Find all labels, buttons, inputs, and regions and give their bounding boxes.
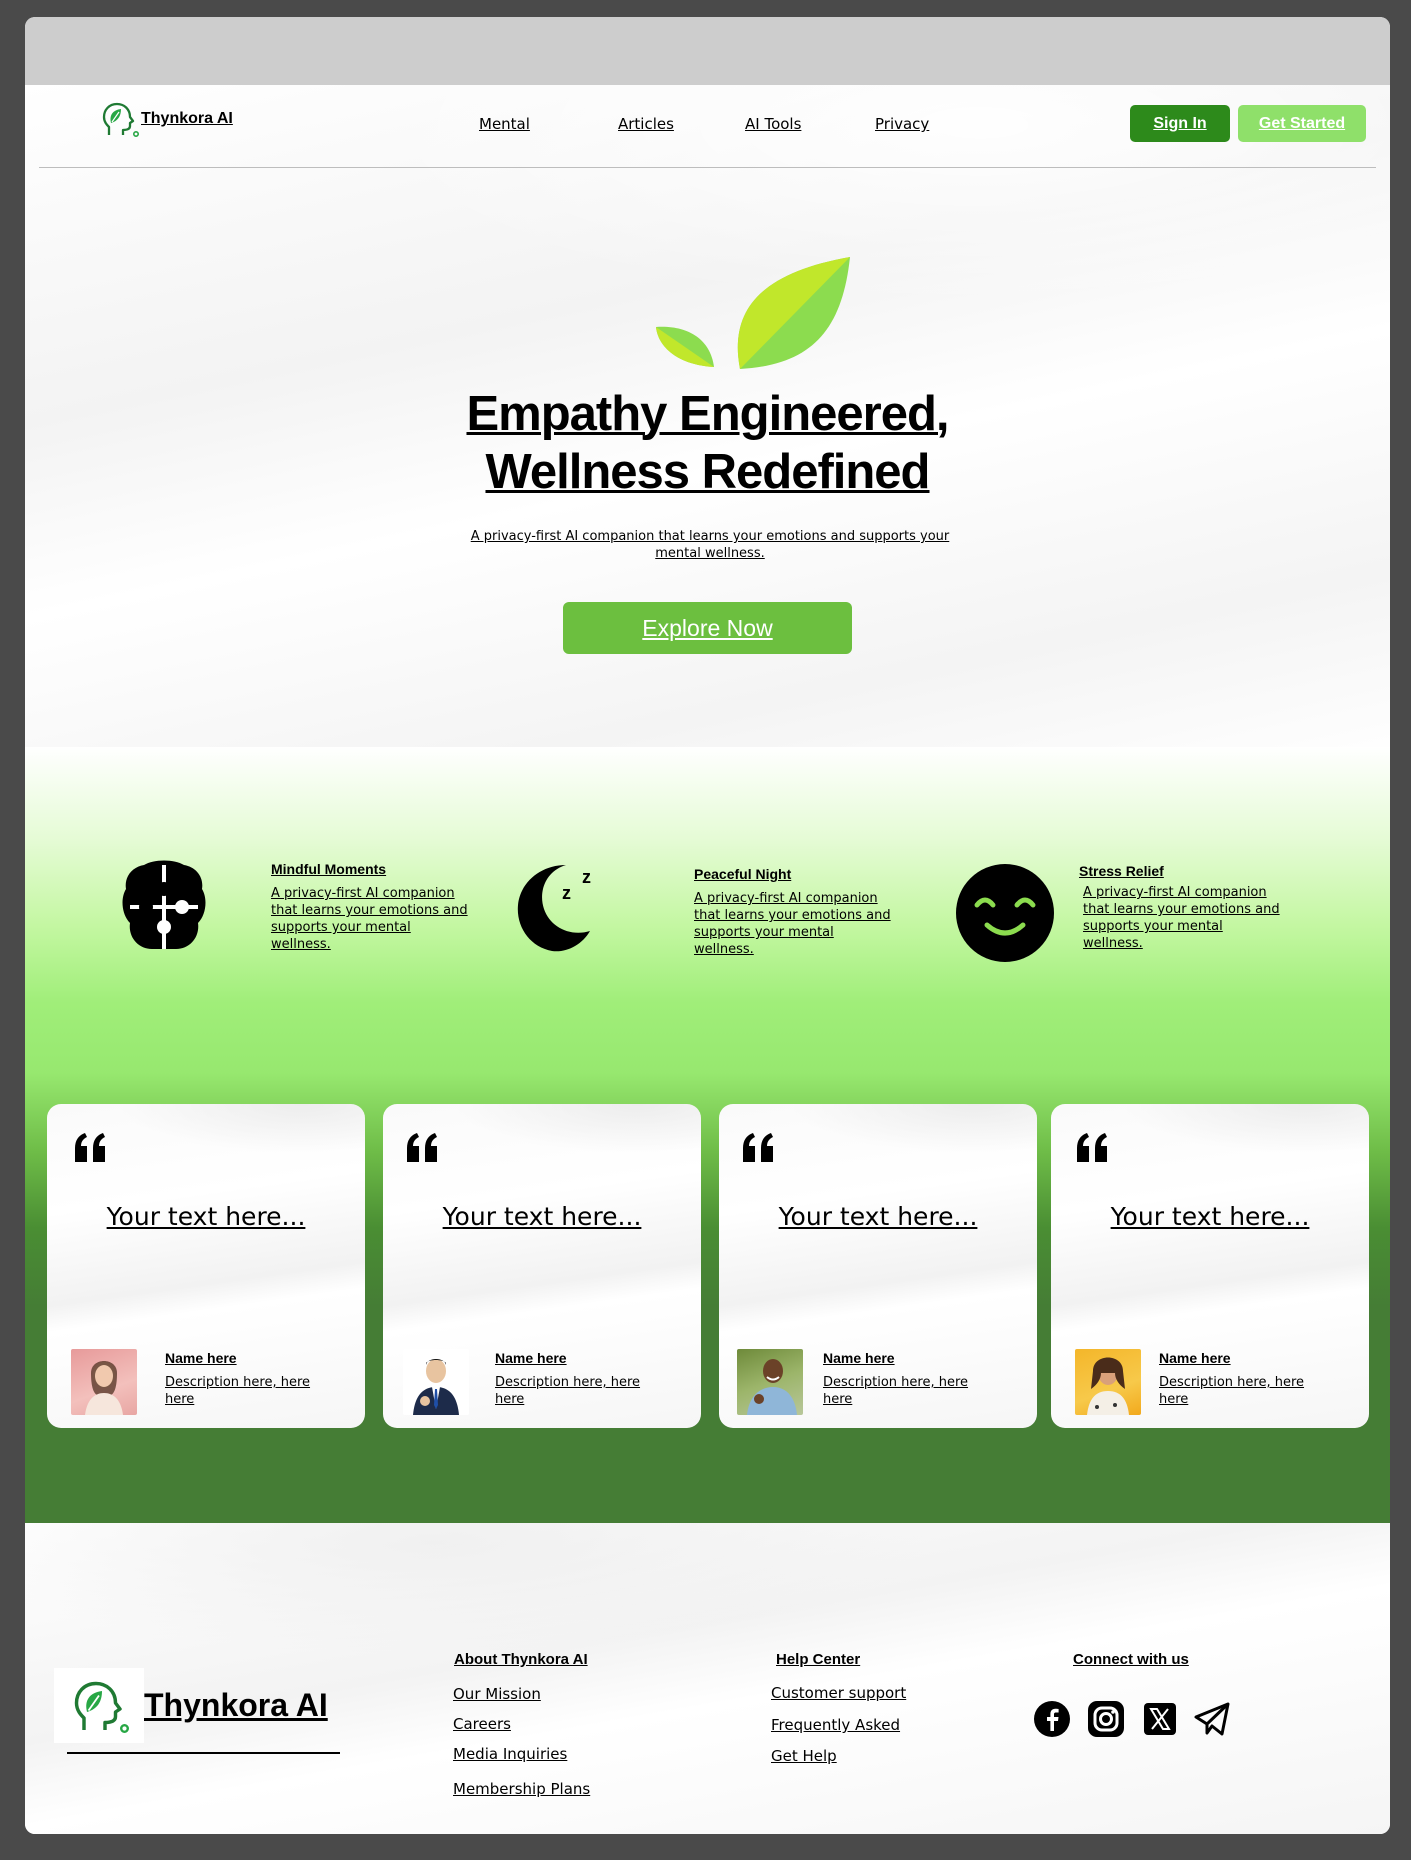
avatar bbox=[1075, 1349, 1141, 1415]
get-started-button[interactable]: Get Started bbox=[1238, 105, 1366, 142]
testimonial-text: Your text here... bbox=[106, 1202, 306, 1231]
testimonial-name: Name here bbox=[823, 1350, 895, 1366]
testimonial-text: Your text here... bbox=[778, 1202, 978, 1231]
testimonial-card: Your text here... Name here Description … bbox=[1051, 1104, 1369, 1428]
footer-col-about-title: About Thynkora AI bbox=[454, 1651, 588, 1668]
footer-link-customer-support[interactable]: Customer support bbox=[771, 1684, 906, 1702]
avatar bbox=[403, 1349, 469, 1415]
avatar bbox=[71, 1349, 137, 1415]
testimonial-text: Your text here... bbox=[1110, 1202, 1310, 1231]
hero-title: Empathy Engineered, Wellness Redefined bbox=[25, 385, 1390, 501]
footer-col-connect-title: Connect with us bbox=[1073, 1651, 1189, 1668]
testimonial-text: Your text here... bbox=[442, 1202, 642, 1231]
footer-link-careers[interactable]: Careers bbox=[453, 1715, 511, 1733]
feature-peaceful-night: z z Peaceful Night A privacy-first AI co… bbox=[516, 857, 891, 967]
footer-col-help-title: Help Center bbox=[776, 1651, 861, 1668]
svg-text:z: z bbox=[582, 867, 591, 887]
testimonial-name: Name here bbox=[1159, 1350, 1231, 1366]
navbar: Thynkora AI Mental Articles AI Tools Pri… bbox=[39, 85, 1376, 168]
facebook-icon[interactable] bbox=[1033, 1700, 1071, 1738]
feature-title: Stress Relief bbox=[1079, 863, 1164, 879]
telegram-icon[interactable] bbox=[1193, 1700, 1231, 1738]
page-frame: Thynkora AI Mental Articles AI Tools Pri… bbox=[25, 17, 1390, 1834]
testimonial-name: Name here bbox=[165, 1350, 237, 1366]
quote-icon bbox=[743, 1133, 773, 1162]
quote-icon bbox=[1077, 1133, 1107, 1162]
browser-top-bar bbox=[25, 17, 1390, 85]
hero-section: Thynkora AI Mental Articles AI Tools Pri… bbox=[25, 85, 1390, 765]
nav-link-articles[interactable]: Articles bbox=[618, 115, 674, 133]
moon-sleep-icon: z z bbox=[517, 865, 591, 952]
x-icon[interactable] bbox=[1141, 1700, 1179, 1738]
footer-link-frequently-asked[interactable]: Frequently Asked bbox=[771, 1716, 900, 1734]
footer-link-our-mission[interactable]: Our Mission bbox=[453, 1685, 541, 1703]
feature-description: A privacy-first AI companion that learns… bbox=[271, 886, 468, 952]
feature-title: Peaceful Night bbox=[694, 866, 792, 882]
svg-text:z: z bbox=[562, 883, 571, 903]
footer-logo-divider bbox=[67, 1752, 340, 1754]
quote-icon bbox=[75, 1133, 105, 1162]
hero-title-line1: Empathy Engineered, bbox=[466, 387, 949, 441]
testimonial-description: Description here, here here bbox=[165, 1375, 311, 1407]
footer-link-media-inquiries[interactable]: Media Inquiries bbox=[453, 1745, 567, 1763]
testimonial-description: Description here, here here bbox=[1159, 1375, 1305, 1407]
sprout-leaves-icon bbox=[656, 257, 850, 369]
testimonial-name: Name here bbox=[495, 1350, 567, 1366]
nav-link-mental[interactable]: Mental bbox=[479, 115, 530, 133]
footer: Thynkora AI About Thynkora AI Our Missio… bbox=[25, 1523, 1390, 1834]
avatar bbox=[737, 1349, 803, 1415]
head-leaf-logo-icon bbox=[74, 1681, 129, 1733]
brain-puzzle-icon bbox=[122, 860, 206, 949]
feature-description: A privacy-first AI companion that learns… bbox=[694, 891, 891, 957]
hero-subtitle: A privacy-first AI companion that learns… bbox=[470, 529, 950, 561]
testimonial-card: Your text here... Name here Description … bbox=[47, 1104, 365, 1428]
instagram-icon[interactable] bbox=[1087, 1700, 1125, 1738]
sign-in-button[interactable]: Sign In bbox=[1130, 105, 1230, 142]
testimonial-description: Description here, here here bbox=[495, 1375, 641, 1407]
feature-title: Mindful Moments bbox=[271, 861, 387, 877]
footer-link-membership-plans[interactable]: Membership Plans bbox=[453, 1780, 590, 1798]
footer-brand-name[interactable]: Thynkora AI bbox=[144, 1687, 328, 1724]
smile-face-icon bbox=[956, 864, 1054, 962]
testimonial-description: Description here, here here bbox=[823, 1375, 969, 1407]
feature-mindful-moments: Mindful Moments A privacy-first AI compa… bbox=[122, 859, 482, 969]
feature-stress-relief: Stress Relief A privacy-first AI compani… bbox=[955, 863, 1315, 973]
explore-now-button[interactable]: Explore Now bbox=[563, 602, 852, 654]
testimonial-card: Your text here... Name here Description … bbox=[383, 1104, 701, 1428]
feature-description: A privacy-first AI companion that learns… bbox=[1083, 885, 1280, 951]
footer-logo[interactable] bbox=[54, 1668, 144, 1743]
nav-link-privacy[interactable]: Privacy bbox=[875, 115, 929, 133]
quote-icon bbox=[407, 1133, 437, 1162]
testimonial-card: Your text here... Name here Description … bbox=[719, 1104, 1037, 1428]
footer-link-get-help[interactable]: Get Help bbox=[771, 1747, 837, 1765]
nav-link-ai-tools[interactable]: AI Tools bbox=[745, 115, 801, 133]
hero-title-line2: Wellness Redefined bbox=[485, 445, 930, 499]
